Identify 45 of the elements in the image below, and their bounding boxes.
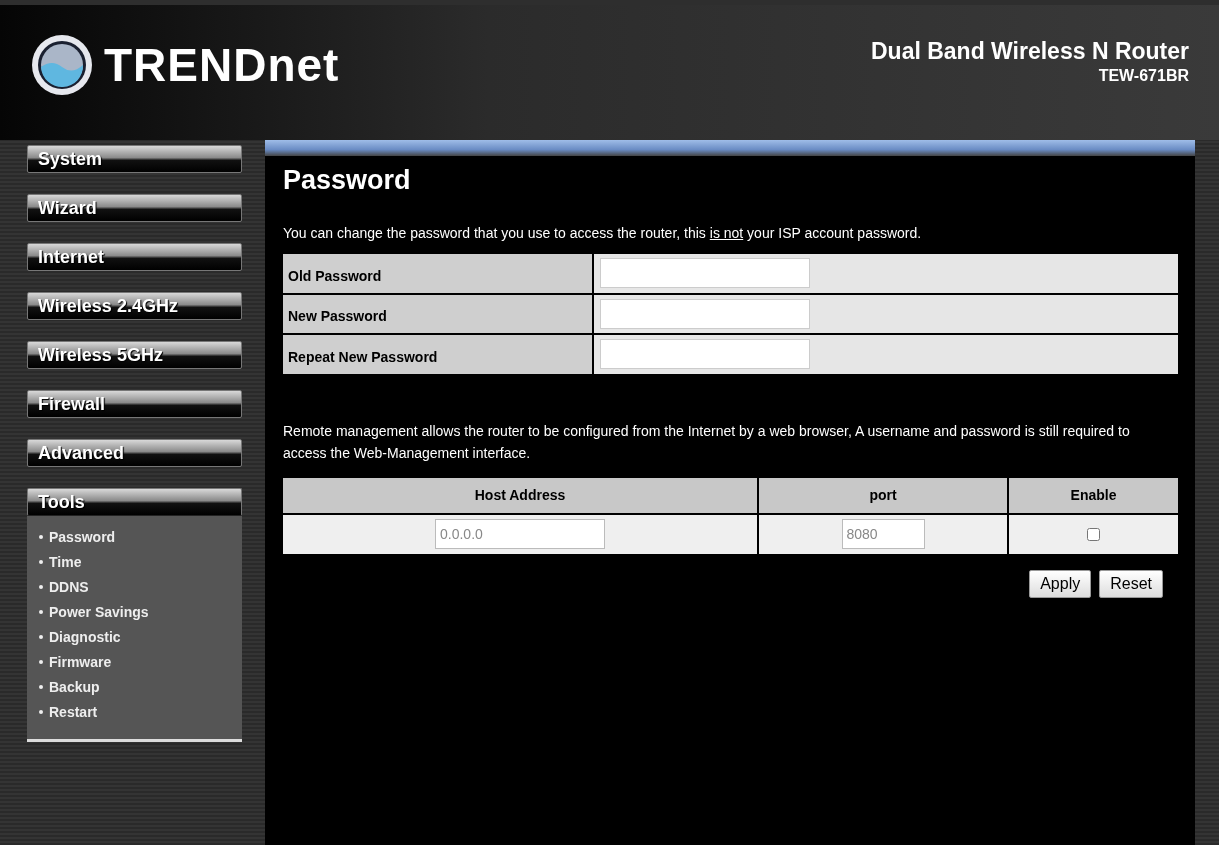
submenu-link[interactable]: Diagnostic (49, 629, 121, 645)
host-address-field[interactable]: 0.0.0.0 (435, 519, 605, 549)
bullet-icon (39, 535, 43, 539)
submenu-link[interactable]: DDNS (49, 579, 89, 595)
password-field[interactable] (600, 339, 810, 369)
bullet-icon (39, 635, 43, 639)
column-header: port (758, 477, 1008, 514)
submenu-link[interactable]: Password (49, 529, 116, 545)
bullet-icon (39, 685, 43, 689)
port-field[interactable]: 8080 (841, 519, 925, 549)
nav-menu-button[interactable]: System (27, 145, 242, 173)
field-label: Old Password (283, 253, 593, 294)
logo-icon (30, 33, 94, 97)
bullet-icon (39, 710, 43, 714)
model-number: TEW-671BR (1098, 65, 1189, 86)
intro-text: You can change the password that you use to access the router, this is not your ISP account password. (283, 223, 923, 243)
submenu-link[interactable]: Power Savings (49, 604, 149, 620)
column-header: Host Address (283, 477, 758, 514)
bullet-icon (39, 610, 43, 614)
password-field[interactable] (600, 258, 810, 288)
enable-checkbox[interactable] (1087, 528, 1100, 542)
product-name: Dual Band Wireless N Router (870, 37, 1189, 66)
column-header: Enable (1008, 477, 1178, 514)
page-title: Password (283, 164, 412, 197)
form-button[interactable]: Reset (1099, 569, 1163, 598)
logo-text: TRENDnet (104, 42, 340, 88)
nav-menu-button[interactable]: Tools (27, 488, 242, 516)
bullet-icon (39, 585, 43, 589)
bullet-icon (39, 660, 43, 664)
nav-menu-button[interactable]: Internet (27, 243, 242, 271)
field-label: New Password (283, 293, 593, 334)
field-label: Repeat New Password (283, 333, 593, 374)
submenu-link[interactable]: Restart (49, 704, 98, 720)
form-button[interactable]: Apply (1029, 569, 1092, 598)
bullet-icon (39, 560, 43, 564)
nav-menu-button[interactable]: Wireless 2.4GHz (27, 292, 242, 320)
remote-management-text: Remote management allows the router to be configured from the Internet by a web browser, A username and password is still required to access the Web-Management interface. (283, 421, 1131, 463)
submenu-link[interactable]: Time (49, 554, 82, 570)
nav-menu-button[interactable]: Wireless 5GHz (27, 341, 242, 369)
submenu-link[interactable]: Firmware (49, 654, 112, 670)
nav-menu-button[interactable]: Wizard (27, 194, 242, 222)
submenu-link[interactable]: Backup (49, 679, 100, 695)
nav-menu-button[interactable]: Advanced (27, 439, 242, 467)
nav-menu-button[interactable]: Firewall (27, 390, 242, 418)
password-field[interactable] (600, 298, 810, 329)
